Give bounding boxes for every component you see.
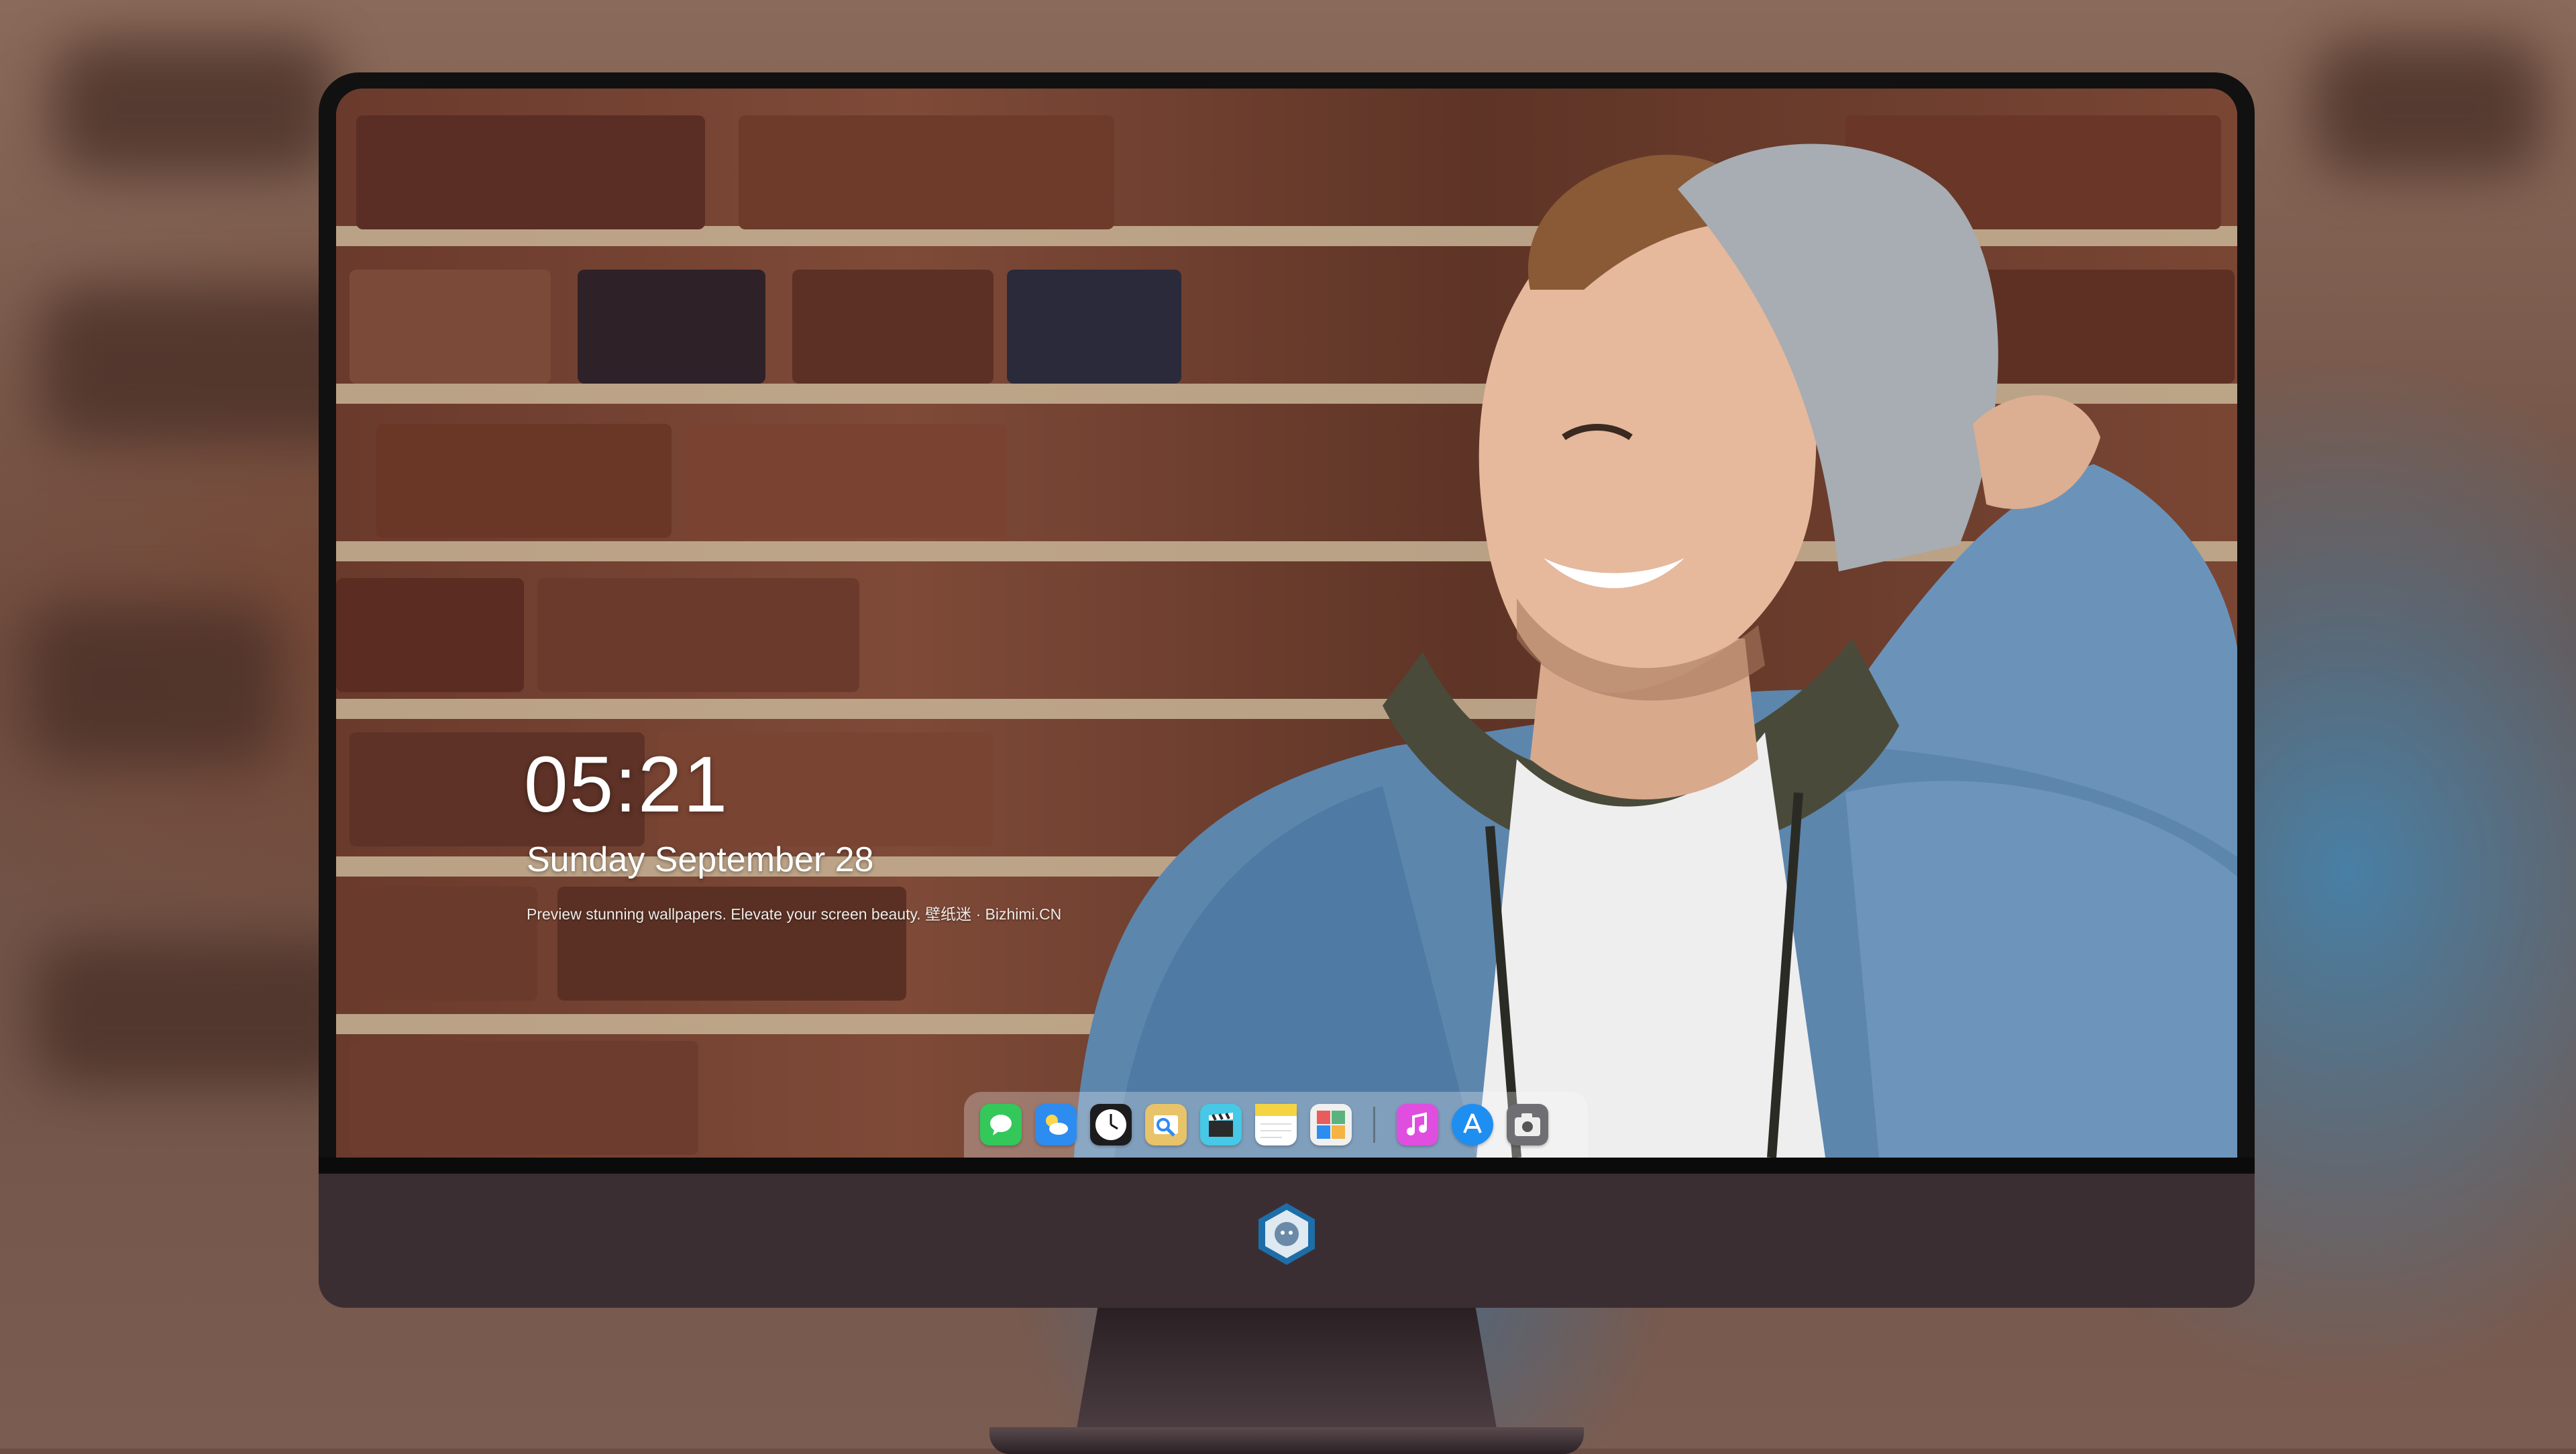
monitor-stand: [1077, 1308, 1497, 1429]
messages-icon[interactable]: [980, 1104, 1022, 1145]
wallpaper-tagline: Preview stunning wallpapers. Elevate you…: [527, 905, 1062, 923]
dock: [964, 1092, 1588, 1158]
screen-bottom-edge: [319, 1158, 2255, 1174]
preview-icon[interactable]: [1145, 1104, 1187, 1145]
imac-monitor: 05:21 Sunday September 28 Preview stunni…: [319, 72, 2255, 1454]
monitor-stand-base: [989, 1427, 1584, 1454]
clock-icon[interactable]: [1090, 1104, 1132, 1145]
screenshot-icon[interactable]: [1507, 1104, 1548, 1145]
music-icon[interactable]: [1397, 1104, 1438, 1145]
lockscreen-time: 05:21: [524, 740, 729, 829]
dock-separator: [1373, 1107, 1375, 1143]
person-photo: [1074, 144, 2237, 1158]
lockscreen-date: Sunday September 28: [527, 840, 874, 879]
photo-booth-icon[interactable]: [1310, 1104, 1352, 1145]
desktop-screen: 05:21 Sunday September 28 Preview stunni…: [336, 89, 2237, 1158]
clips-icon[interactable]: [1200, 1104, 1242, 1145]
app-store-icon[interactable]: [1452, 1104, 1493, 1145]
brand-logo-icon: [1253, 1200, 1320, 1268]
notes-icon[interactable]: [1255, 1104, 1297, 1145]
weather-icon[interactable]: [1035, 1104, 1077, 1145]
